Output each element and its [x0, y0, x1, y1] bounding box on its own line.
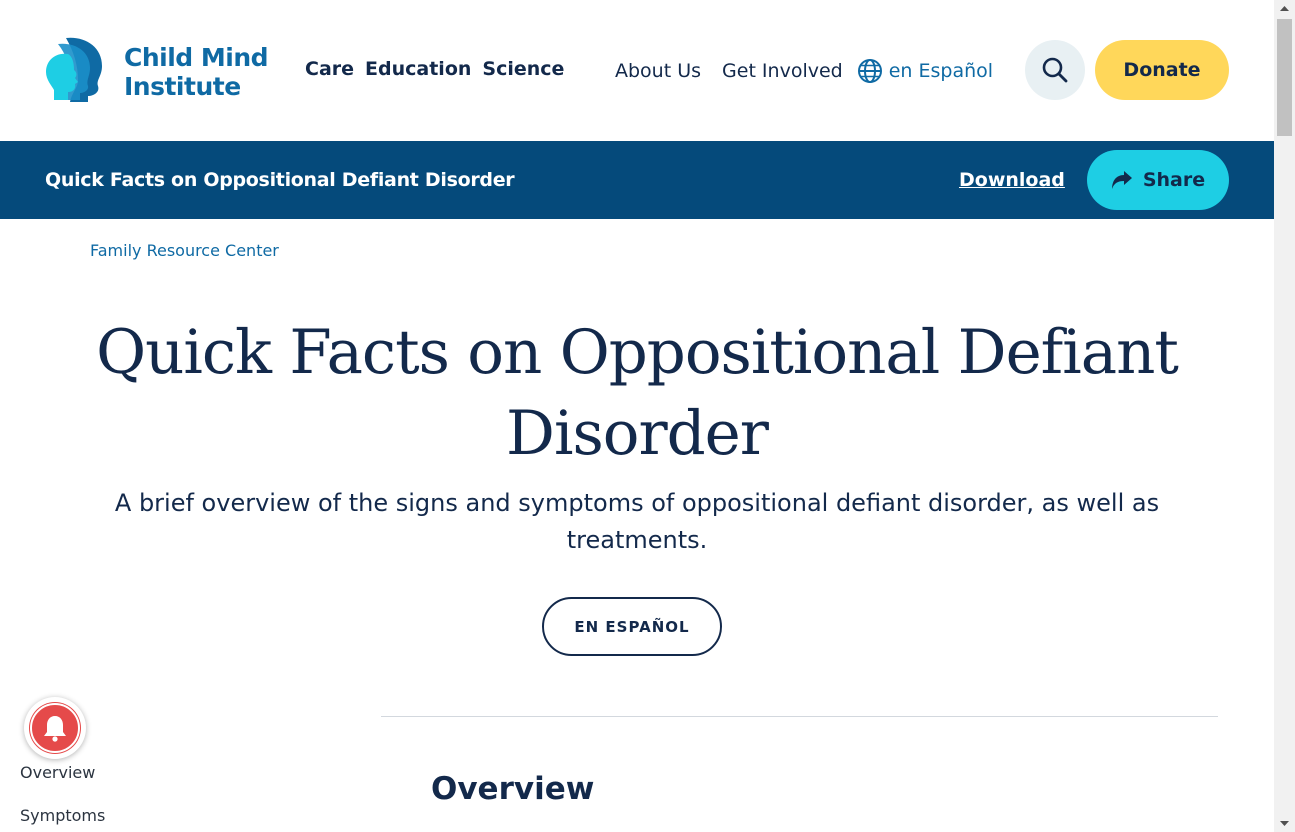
site-logo[interactable]: Child Mind Institute [44, 36, 284, 106]
download-link[interactable]: Download [959, 169, 1065, 191]
nav-item-get-involved[interactable]: Get Involved [722, 60, 843, 82]
en-espanol-button[interactable]: EN ESPAÑOL [542, 597, 722, 656]
share-label: Share [1142, 169, 1206, 191]
scroll-up-button[interactable] [1274, 0, 1295, 17]
primary-nav: Care Education Science [305, 58, 564, 80]
section-heading-overview: Overview [431, 771, 595, 807]
nav-item-care[interactable]: Care [305, 58, 354, 80]
scroll-up-arrow-icon [1280, 6, 1289, 11]
logo-text-line1: Child Mind [124, 43, 269, 72]
share-button[interactable]: Share [1087, 150, 1229, 210]
notification-bell-button[interactable] [24, 697, 86, 759]
page-scrollbar[interactable] [1274, 0, 1295, 832]
page-title: Quick Facts on Oppositional Defiant Diso… [96, 317, 1179, 469]
language-switch-link[interactable]: en Español [857, 58, 993, 84]
search-icon [1042, 57, 1068, 83]
site-header: Child Mind Institute Care Education Scie… [0, 0, 1274, 141]
nav-item-about-us[interactable]: About Us [615, 60, 701, 82]
nav-item-science[interactable]: Science [482, 58, 564, 80]
article-bar-title: Quick Facts on Oppositional Defiant Diso… [45, 169, 515, 191]
logo-heads-icon [46, 37, 102, 103]
language-switch-label: en Español [888, 60, 994, 82]
logo-text-line2: Institute [124, 72, 241, 101]
breadcrumb[interactable]: Family Resource Center [90, 241, 279, 260]
share-arrow-icon [1111, 171, 1132, 189]
toc-item-overview[interactable]: Overview [20, 763, 95, 782]
toc-item-symptoms[interactable]: Symptoms [20, 806, 105, 825]
secondary-nav: About Us Get Involved en Español [615, 58, 993, 84]
globe-icon [857, 59, 882, 83]
article-action-bar: Quick Facts on Oppositional Defiant Diso… [0, 141, 1274, 219]
search-button[interactable] [1025, 40, 1085, 100]
bell-icon [44, 716, 66, 742]
scroll-down-arrow-icon [1280, 821, 1289, 826]
nav-item-education[interactable]: Education [365, 58, 471, 80]
scrollbar-thumb[interactable] [1277, 19, 1292, 136]
donate-button[interactable]: Donate [1095, 40, 1229, 100]
page-subtitle: A brief overview of the signs and sympto… [114, 489, 1160, 554]
scroll-down-button[interactable] [1274, 815, 1295, 832]
content-divider [381, 716, 1218, 717]
